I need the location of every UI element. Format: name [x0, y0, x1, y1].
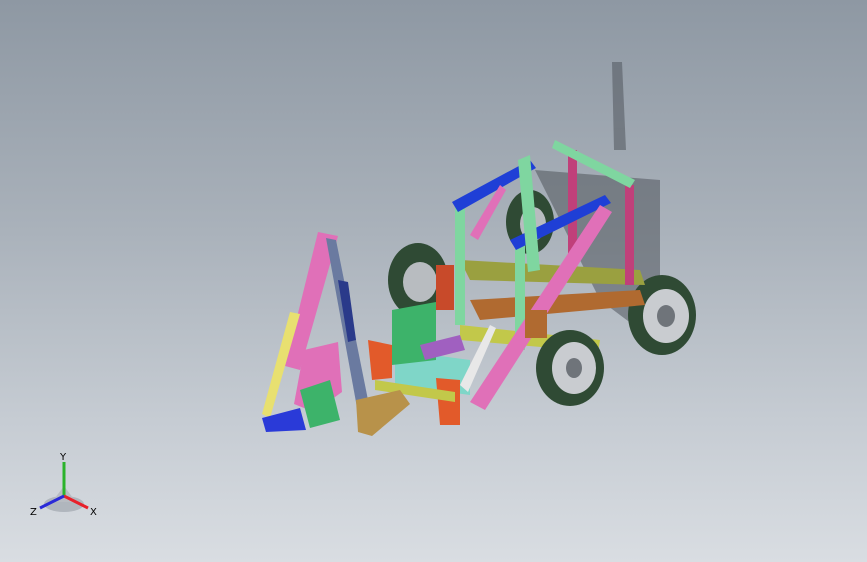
- z-axis-label: Z: [30, 507, 37, 518]
- front-wheel-right: [536, 330, 604, 406]
- rear-wheel-right: [628, 275, 696, 355]
- y-axis-label: Y: [59, 452, 67, 463]
- backhoe-arm: [262, 232, 410, 436]
- coordinate-triad: Y X Z: [30, 452, 97, 518]
- cad-viewport[interactable]: Y X Z: [0, 0, 867, 562]
- backhoe-3d-model[interactable]: [0, 0, 867, 562]
- x-axis-label: X: [90, 507, 97, 518]
